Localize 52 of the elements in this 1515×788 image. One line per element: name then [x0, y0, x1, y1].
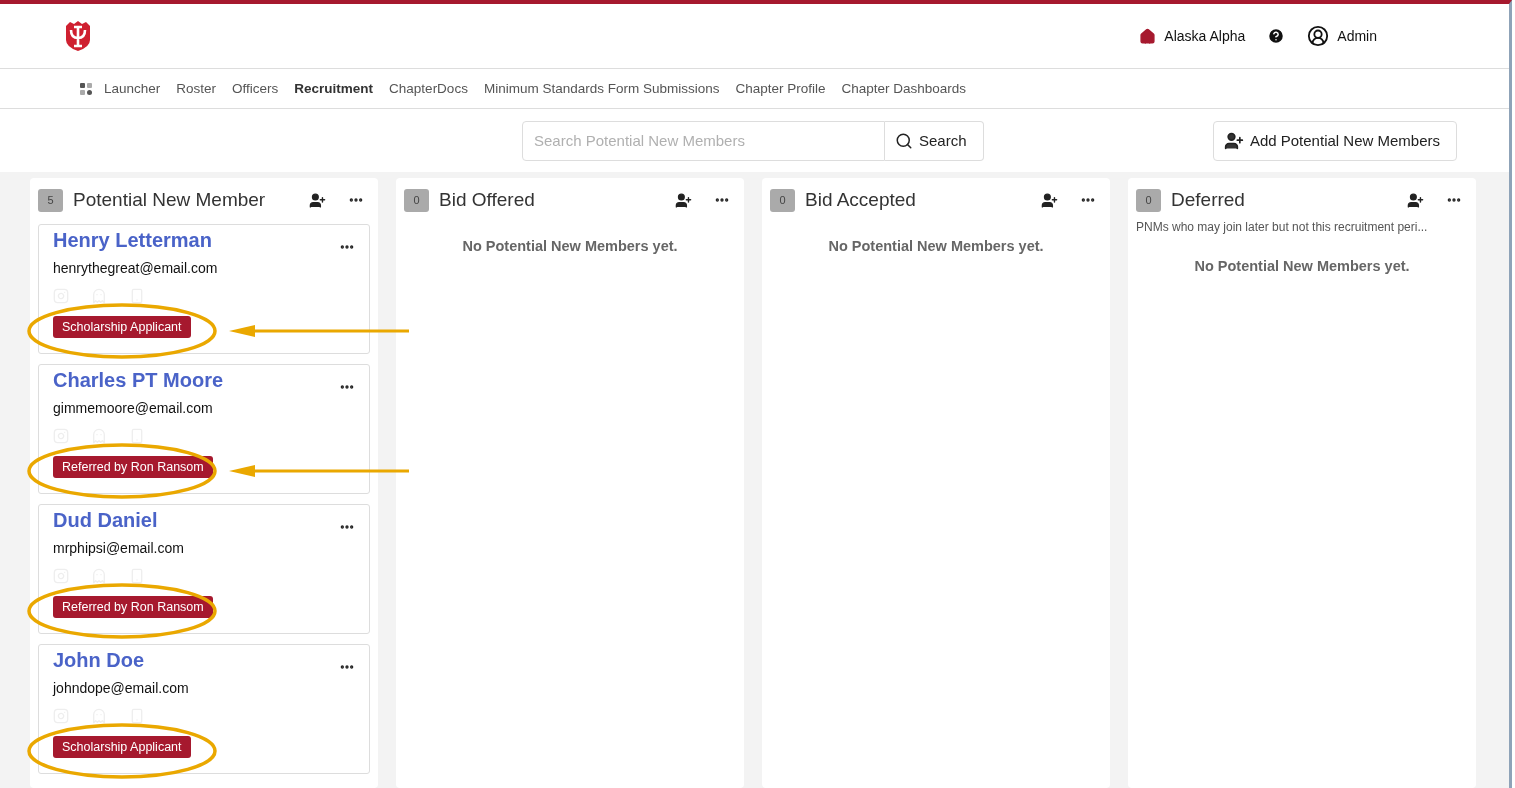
count-badge: 0 — [770, 188, 795, 212]
count-badge: 0 — [1136, 188, 1161, 212]
column-title: Deferred — [1171, 189, 1246, 211]
member-tag: Scholarship Applicant — [53, 736, 191, 758]
member-tag: Referred by Ron Ransom — [53, 596, 213, 618]
member-name[interactable]: Henry Letterman — [53, 229, 327, 252]
nav-link[interactable]: Recruitment — [294, 81, 374, 96]
add-user-icon — [1223, 130, 1244, 151]
member-email: johndope@email.com — [53, 680, 190, 696]
search-button[interactable]: Search — [885, 120, 984, 161]
member-name[interactable]: John Doe — [53, 649, 327, 672]
user-name[interactable]: Admin — [1337, 28, 1377, 44]
member-email: gimmemoore@email.com — [53, 400, 214, 416]
add-user-icon[interactable] — [1041, 191, 1058, 209]
help-icon[interactable] — [1267, 27, 1286, 45]
member-card[interactable]: Charles PT Moore gimmemoore@email.com Referred by Ron Ransom — [38, 364, 370, 494]
member-tag: Referred by Ron Ransom — [53, 456, 213, 478]
house-icon — [1139, 27, 1157, 45]
nav-link[interactable]: ChapterDocs — [389, 81, 468, 96]
empty-message: No Potential New Members yet. — [461, 238, 679, 254]
empty-message: No Potential New Members yet. — [1193, 258, 1411, 274]
column-title: Potential New Member — [73, 189, 267, 211]
column-title: Bid Offered — [439, 189, 536, 211]
nav-link[interactable]: Roster — [176, 81, 217, 96]
search-field[interactable]: Search Potential New Members — [522, 120, 885, 161]
count-badge: 0 — [404, 188, 429, 212]
nav-link[interactable]: Minimum Standards Form Submissions — [483, 81, 720, 96]
nav-link[interactable]: Launcher — [104, 81, 161, 96]
member-card[interactable]: John Doe johndope@email.com Scholarship Applicant — [38, 644, 370, 774]
user-icon[interactable] — [1307, 25, 1330, 47]
nav-link[interactable]: Officers — [232, 81, 279, 96]
member-email: mrphipsi@email.com — [53, 540, 185, 556]
add-user-icon[interactable] — [309, 191, 326, 209]
member-name[interactable]: Dud Daniel — [53, 509, 327, 532]
member-card[interactable]: Henry Letterman henrythegreat@email.com Scholarship Applicant — [38, 224, 370, 354]
grid-icon[interactable] — [80, 82, 92, 95]
nav-link[interactable]: Chapter Dashboards — [841, 81, 967, 96]
member-email: henrythegreat@email.com — [53, 260, 219, 276]
column-description: PNMs who may join later but not this recruitment peri... — [1136, 220, 1429, 234]
member-card[interactable]: Dud Daniel mrphipsi@email.com Referred by Ron Ransom — [38, 504, 370, 634]
search-icon — [895, 131, 913, 150]
shield-logo — [64, 20, 92, 52]
add-user-icon[interactable] — [1407, 191, 1424, 209]
count-badge: 5 — [38, 188, 63, 212]
column-title: Bid Accepted — [805, 189, 917, 211]
chapter-name[interactable]: Alaska Alpha — [1164, 28, 1246, 44]
nav-link[interactable]: Chapter Profile — [735, 81, 826, 96]
add-members-button[interactable]: Add Potential New Members — [1212, 120, 1457, 161]
member-name[interactable]: Charles PT Moore — [53, 369, 327, 392]
empty-message: No Potential New Members yet. — [827, 238, 1045, 254]
add-user-icon[interactable] — [675, 191, 692, 209]
member-tag: Scholarship Applicant — [53, 316, 191, 338]
